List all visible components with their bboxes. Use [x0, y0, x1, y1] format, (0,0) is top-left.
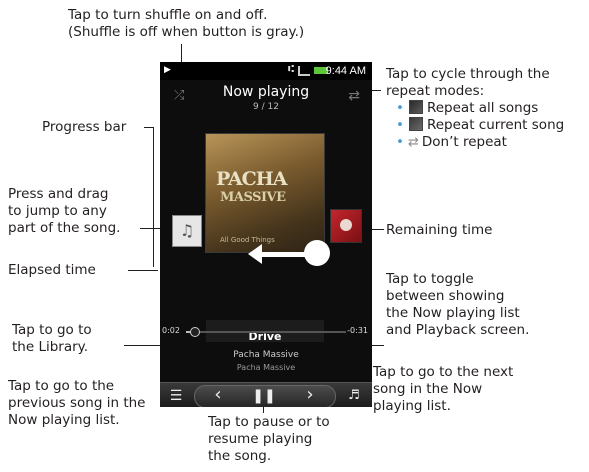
- swipe-arrow: [258, 252, 308, 257]
- previous-note-line3: Now playing list.: [8, 412, 120, 428]
- no-repeat-icon: ⇄: [407, 135, 419, 150]
- pause-note-line3: the song.: [208, 448, 272, 464]
- previous-note-line1: Tap to go to the: [8, 378, 115, 394]
- remaining-time-note: Remaining time: [386, 222, 493, 238]
- repeat-one-icon: [408, 117, 423, 131]
- menu-list-icon[interactable]: ☰: [164, 386, 188, 406]
- shuffle-note-line2: (Shuffle is off when button is gray.): [68, 24, 305, 40]
- artist-name: Pacha Massive: [233, 350, 299, 360]
- remaining-time: -0:31: [347, 326, 368, 335]
- pause-note-line2: resume playing: [208, 431, 313, 447]
- repeat-mode-one-label: Repeat current song: [426, 117, 565, 133]
- press-drag-line2: to jump to any: [8, 203, 107, 219]
- control-bar: ☰ ‹ ❚❚ › ♬: [160, 382, 372, 407]
- next-album-thumb[interactable]: [330, 209, 362, 243]
- toggle-note-line3: the Now playing list: [386, 305, 520, 321]
- toggle-note: Tap to toggle between showing the Now pl…: [386, 271, 529, 339]
- next-note-line2: song in the Now: [373, 381, 483, 397]
- next-note-line3: playing list.: [373, 398, 451, 414]
- progress-bar-note: Progress bar: [42, 119, 127, 135]
- usb-icon: ⑆: [288, 64, 294, 75]
- repeat-mode-none-label: Don’t repeat: [421, 134, 507, 150]
- library-note-line1: Tap to go to: [12, 322, 92, 338]
- playing-status-icon: ▶: [164, 65, 171, 75]
- toggle-note-line4: and Playback screen.: [386, 322, 530, 338]
- repeat-mode-none: • ⇄ Don’t repeat: [396, 134, 507, 150]
- repeat-mode-list: • Repeat all songs • Repeat current song •…: [386, 100, 564, 151]
- press-drag-line3: part of the song.: [8, 220, 121, 236]
- status-bar: ▶ ⑆ 9:44 AM: [160, 62, 372, 80]
- repeat-mode-all-label: Repeat all songs: [426, 100, 539, 116]
- signal-icon: [298, 66, 310, 76]
- previous-note-line2: previous song in the: [8, 395, 146, 411]
- press-drag-line1: Press and drag: [8, 186, 109, 202]
- repeat-all-icon: [408, 100, 423, 114]
- shuffle-note-line1: Tap to turn shuffle on and off.: [68, 7, 268, 23]
- album-art[interactable]: PACHA MASSIVE All Good Things: [206, 134, 324, 252]
- library-note: Tap to go to the Library.: [12, 322, 92, 356]
- toggle-note-line2: between showing: [386, 288, 505, 304]
- finger-touch-icon: [304, 240, 330, 266]
- elapsed-callout-line: [128, 270, 158, 271]
- progress-callout-v: [153, 127, 154, 267]
- previous-note: Tap to go to the previous song in the No…: [8, 378, 145, 429]
- next-note-line1: Tap to go to the next: [373, 364, 514, 380]
- next-icon[interactable]: ›: [298, 386, 322, 406]
- elapsed-time-note: Elapsed time: [8, 262, 96, 278]
- album-art-text-3: All Good Things: [220, 236, 275, 244]
- repeat-note-line2: repeat modes:: [386, 83, 485, 99]
- music-note-icon: ♫: [179, 221, 195, 240]
- elapsed-time: 0:02: [162, 326, 180, 335]
- progress-thumb[interactable]: [190, 327, 200, 337]
- album-art-text-1: PACHA: [216, 168, 287, 190]
- phone-screen: ▶ ⑆ 9:44 AM ⤮ Now playing 9 / 12 ⇄ ♫ PAC…: [160, 62, 372, 407]
- pause-icon[interactable]: ❚❚: [252, 386, 276, 406]
- album-art-text-2: MASSIVE: [220, 190, 286, 205]
- repeat-note-line1: Tap to cycle through the: [386, 66, 550, 82]
- previous-album-thumb[interactable]: ♫: [172, 215, 202, 247]
- repeat-note: Tap to cycle through the repeat modes: •…: [386, 66, 564, 151]
- toggle-note-line1: Tap to toggle: [386, 271, 474, 287]
- pause-note: Tap to pause or to resume playing the so…: [208, 414, 330, 465]
- previous-icon[interactable]: ‹: [206, 386, 230, 406]
- album-name: Pacha Massive: [236, 363, 296, 372]
- playlist-toggle-icon[interactable]: ♬: [342, 386, 366, 406]
- next-note: Tap to go to the next song in the Now pl…: [373, 364, 513, 415]
- pause-note-line1: Tap to pause or to: [208, 414, 330, 430]
- press-drag-note: Press and drag to jump to any part of th…: [8, 186, 120, 237]
- track-count: 9 / 12: [253, 102, 279, 112]
- repeat-mode-all: • Repeat all songs: [396, 100, 539, 116]
- progress-track[interactable]: [186, 331, 346, 333]
- library-note-line2: the Library.: [12, 339, 89, 355]
- shuffle-note: Tap to turn shuffle on and off. (Shuffle…: [68, 7, 304, 41]
- repeat-icon[interactable]: ⇄: [348, 88, 360, 104]
- now-playing-title: Now playing: [222, 84, 310, 100]
- repeat-mode-one: • Repeat current song: [396, 117, 565, 133]
- status-time: 9:44 AM: [325, 65, 366, 77]
